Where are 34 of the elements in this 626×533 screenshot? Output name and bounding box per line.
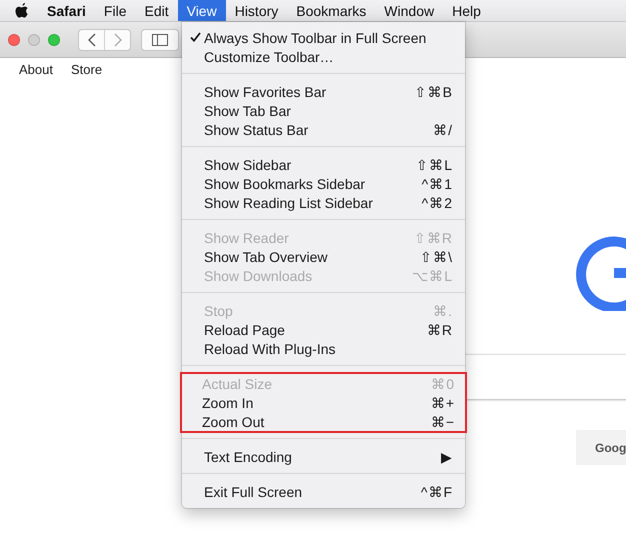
keyboard-shortcut: ⌘. <box>433 302 453 318</box>
keyboard-shortcut: ⌘R <box>426 322 453 338</box>
menu-item-label: Show Tab Bar <box>204 102 292 118</box>
menu-item-label: Show Reading List Sidebar <box>204 194 374 210</box>
keyboard-shortcut: ▶ <box>441 448 453 464</box>
menu-item-label: Text Encoding <box>204 448 293 464</box>
menu-item-label: Show Bookmarks Sidebar <box>204 176 366 192</box>
menu-item-label: Reload With Plug-Ins <box>204 340 337 356</box>
keyboard-shortcut: ⌘0 <box>431 376 455 392</box>
menu-item-label: Zoom In <box>202 394 254 410</box>
menu-item-label: Show Status Bar <box>204 122 310 138</box>
keyboard-shortcut: ⇧⌘B <box>414 84 453 100</box>
keyboard-shortcut: ⇧⌘R <box>414 230 453 246</box>
keyboard-shortcut: ⌥⌘L <box>412 268 453 284</box>
menu-item-label: Reload Page <box>204 322 286 338</box>
menu-item-label: Zoom Out <box>202 414 266 430</box>
menu-item-label: Stop <box>204 302 234 318</box>
keyboard-shortcut: ⇧⌘\ <box>420 248 453 264</box>
menu-item-label: Exit Full Screen <box>204 484 304 500</box>
keyboard-shortcut: ⌘/ <box>433 122 453 138</box>
menu-item-label: Always Show Toolbar in Full Screen <box>204 30 428 46</box>
menu-item-label: Show Tab Overview <box>204 248 328 264</box>
menu-item-label: Show Favorites Bar <box>204 84 328 100</box>
menu-item-label: Show Downloads <box>204 268 314 284</box>
keyboard-shortcut: ^⌘1 <box>422 176 453 192</box>
keyboard-shortcut: ^⌘F <box>420 484 453 500</box>
menu-item-label: Actual Size <box>202 376 274 392</box>
menu-item-label: Customize Toolbar… <box>204 48 335 64</box>
keyboard-shortcut: ⌘− <box>430 414 455 430</box>
keyboard-shortcut: ⌘+ <box>430 394 455 410</box>
menu-item-label: Show Sidebar <box>204 156 292 172</box>
menu-item-label: Show Reader <box>204 230 290 246</box>
keyboard-shortcut: ^⌘2 <box>422 194 453 210</box>
keyboard-shortcut: ⇧⌘L <box>416 156 453 172</box>
